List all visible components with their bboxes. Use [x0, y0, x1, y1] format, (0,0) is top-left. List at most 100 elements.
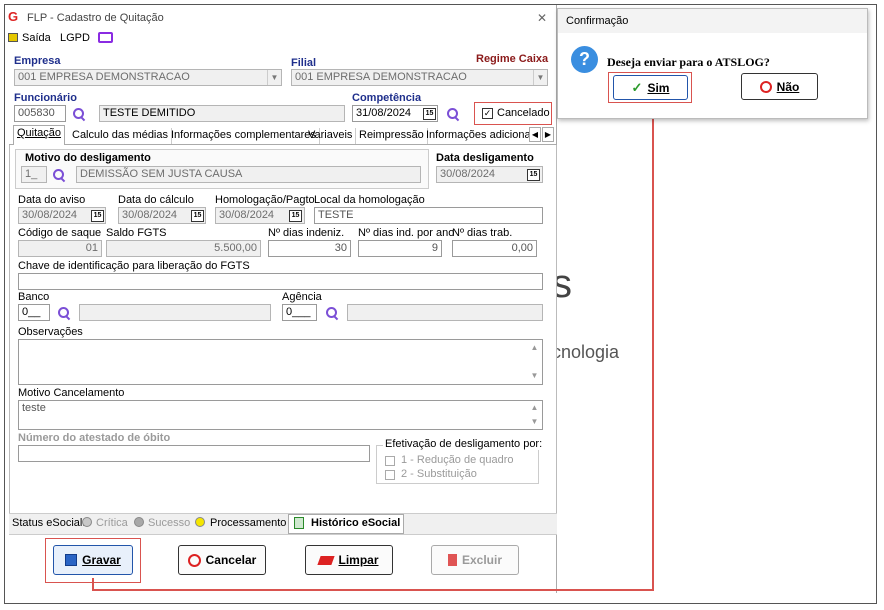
codigo-saque-input[interactable]: 01 — [18, 240, 102, 257]
cancel-icon — [187, 553, 201, 567]
motivo-canc-scroll-up-icon[interactable]: ▲ — [528, 403, 541, 412]
cancelar-button[interactable]: Cancelar — [178, 545, 266, 575]
observacoes-textarea[interactable] — [18, 339, 543, 385]
homologacao-label: Homologação/Pagto — [215, 194, 315, 206]
dialog-title: Confirmação — [566, 15, 629, 27]
agencia-code-input[interactable]: 0___ — [282, 304, 317, 321]
sim-button[interactable]: ✓ Sim — [613, 75, 688, 100]
motivo-canc-scroll-down-icon[interactable]: ▼ — [528, 417, 541, 426]
lock-icon — [8, 33, 18, 42]
tab-variaveis[interactable]: Variaveis — [305, 128, 357, 144]
empresa-dropdown-icon[interactable]: ▼ — [267, 70, 281, 85]
competencia-label: Competência — [352, 92, 422, 104]
efet-opt2-label: 2 - Substituição — [401, 468, 477, 480]
limpar-label: Limpar — [338, 553, 379, 567]
funcionario-code-input[interactable]: 005830 — [14, 105, 66, 122]
local-homologacao-label: Local da homologação — [314, 194, 425, 206]
tab-scroll-left-icon[interactable]: ◀ — [529, 127, 541, 142]
motivo-search-icon[interactable] — [52, 168, 66, 182]
data-calculo-calendar-icon[interactable]: 15 — [191, 210, 204, 222]
observacoes-scroll-up-icon[interactable]: ▲ — [528, 343, 541, 352]
trash-icon — [447, 554, 457, 566]
tab-reimpressao[interactable]: Reimpressão — [356, 128, 428, 144]
saldo-fgts-label: Saldo FGTS — [106, 227, 167, 239]
status-label: Status eSocial: — [12, 517, 86, 529]
monitor-icon[interactable] — [98, 32, 113, 43]
observacoes-label: Observações — [18, 326, 83, 338]
motivo-desc-field: DEMISSÃO SEM JUSTA CAUSA — [76, 166, 421, 183]
efetivacao-label: Efetivação de desligamento por: — [383, 438, 545, 450]
local-homologacao-input[interactable]: TESTE — [314, 207, 543, 224]
chave-fgts-label: Chave de identificação para liberação do… — [18, 260, 250, 272]
banco-search-icon[interactable] — [57, 306, 71, 320]
tab-info-adicionais[interactable]: Informações adicionais — [423, 128, 529, 144]
efet-opt2-checkbox[interactable] — [385, 470, 395, 480]
banco-code-input[interactable]: 0__ — [18, 304, 50, 321]
agencia-name-field — [347, 304, 543, 321]
banco-name-field — [79, 304, 271, 321]
filial-dropdown-icon[interactable]: ▼ — [533, 70, 547, 85]
homologacao-calendar-icon[interactable]: 15 — [289, 210, 302, 222]
banco-label: Banco — [18, 291, 50, 303]
sucesso-label: Sucesso — [148, 517, 191, 529]
menu-exit[interactable]: Saída — [22, 32, 51, 44]
close-button[interactable]: ✕ — [537, 11, 547, 25]
motivo-label: Motivo do desligamento — [25, 152, 151, 164]
menu-lgpd[interactable]: LGPD — [60, 32, 90, 44]
dias-indeniz-input[interactable]: 30 — [268, 240, 351, 257]
excluir-button[interactable]: Excluir — [431, 545, 519, 575]
document-icon — [294, 517, 304, 529]
question-icon: ? — [571, 46, 598, 73]
efet-opt1-checkbox[interactable] — [385, 456, 395, 466]
empresa-select[interactable]: 001 EMPRESA DEMONSTRACAO — [14, 69, 282, 86]
motivo-cancelamento-textarea[interactable]: teste — [18, 400, 543, 430]
cancelado-checkbox[interactable]: ✓ — [482, 108, 493, 119]
nao-label: Não — [776, 79, 800, 94]
motivo-cancelamento-label: Motivo Cancelamento — [18, 387, 125, 399]
tab-quitacao[interactable]: Quitação — [13, 125, 66, 145]
save-icon — [65, 554, 78, 566]
dias-trab-input[interactable]: 0,00 — [452, 240, 537, 257]
funcionario-search-icon[interactable] — [72, 107, 86, 121]
atestado-obito-label: Número do atestado de óbito — [18, 432, 171, 444]
data-desligamento-label: Data desligamento — [436, 152, 534, 164]
tab-calculo-medias[interactable]: Calculo das médias — [69, 128, 172, 144]
dias-ind-ano-input[interactable]: 9 — [358, 240, 442, 257]
atestado-obito-input[interactable] — [18, 445, 370, 462]
empresa-label: Empresa — [14, 55, 61, 67]
gravar-button[interactable]: Gravar — [53, 545, 133, 575]
agencia-search-icon[interactable] — [325, 306, 339, 320]
chave-fgts-input[interactable] — [18, 273, 543, 290]
data-desligamento-calendar-icon[interactable]: 15 — [527, 169, 540, 181]
background-logo-text: cnologia — [552, 342, 620, 362]
nao-button[interactable]: Não — [741, 73, 818, 100]
observacoes-scroll-down-icon[interactable]: ▼ — [528, 371, 541, 380]
efet-opt1-label: 1 - Redução de quadro — [401, 454, 514, 466]
excluir-label: Excluir — [461, 553, 503, 567]
cancelar-label: Cancelar — [205, 553, 257, 567]
connector-line-3 — [652, 101, 654, 591]
window-title: FLP - Cadastro de Quitação — [27, 12, 164, 24]
check-icon: ✓ — [631, 79, 643, 95]
sucesso-indicator-icon — [134, 517, 144, 527]
competencia-search-icon[interactable] — [446, 107, 460, 121]
competencia-calendar-icon[interactable]: 15 — [423, 108, 436, 120]
gravar-label: Gravar — [82, 553, 121, 567]
main-window: G FLP - Cadastro de Quitação ✕ Saída LGP… — [5, 5, 557, 593]
dias-ind-ano-label: Nº dias ind. por ano — [358, 227, 455, 239]
limpar-button[interactable]: Limpar — [305, 545, 393, 575]
filial-select[interactable]: 001 EMPRESA DEMONSTRACAO — [291, 69, 548, 86]
data-calculo-label: Data do cálculo — [118, 194, 194, 206]
dialog-message: Deseja enviar para o ATSLOG? — [607, 55, 770, 69]
tab-scroll-right-icon[interactable]: ▶ — [542, 127, 554, 142]
saldo-fgts-input[interactable]: 5.500,00 — [106, 240, 261, 257]
funcionario-label: Funcionário — [14, 92, 77, 104]
data-aviso-calendar-icon[interactable]: 15 — [91, 210, 104, 222]
tab-info-complementares[interactable]: Informações complementares — [168, 128, 320, 144]
funcionario-name-field: TESTE DEMITIDO — [99, 105, 345, 122]
historico-esocial-label: Histórico eSocial — [311, 517, 401, 529]
processamento-indicator-icon — [195, 517, 205, 527]
critica-label: Crítica — [96, 517, 128, 529]
dias-trab-label: Nº dias trab. — [452, 227, 513, 239]
motivo-code-input[interactable]: 1_ — [21, 166, 47, 183]
